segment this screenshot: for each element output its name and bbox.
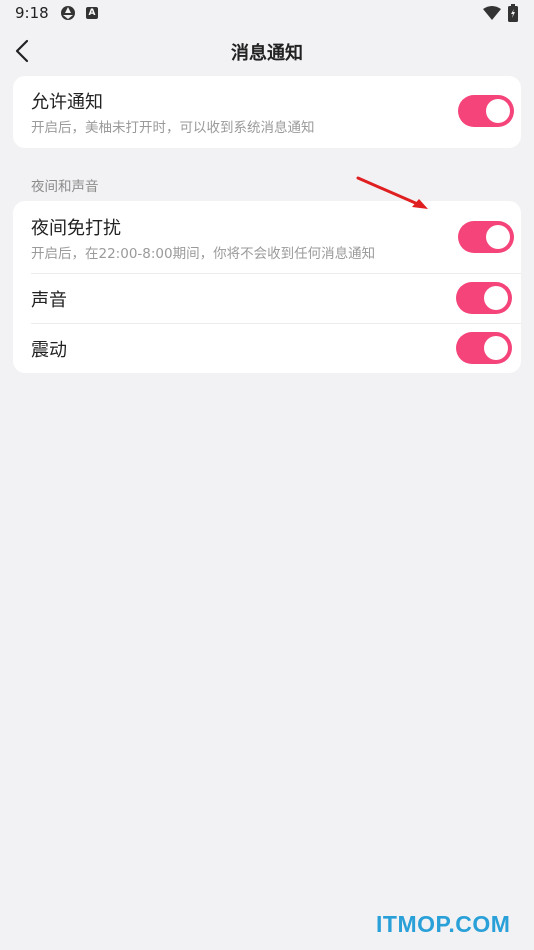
- vibration-toggle[interactable]: [456, 332, 512, 364]
- page-title: 消息通知: [231, 43, 303, 64]
- aperture-icon: [61, 6, 75, 20]
- vibration-title: 震动: [31, 340, 67, 361]
- divider: [31, 323, 521, 324]
- nav-bar: 消息通知: [0, 28, 534, 74]
- sound-title: 声音: [31, 290, 67, 311]
- allow-notifications-subtitle: 开启后，美柚未打开时，可以收到系统消息通知: [31, 120, 315, 136]
- do-not-disturb-toggle[interactable]: [458, 221, 514, 253]
- sound-toggle[interactable]: [456, 282, 512, 314]
- section-label-night: 夜间和声音: [31, 179, 99, 195]
- status-bar: 9:18 A: [0, 0, 534, 28]
- allow-notifications-toggle[interactable]: [458, 95, 514, 127]
- do-not-disturb-subtitle: 开启后，在22:00-8:00期间，你将不会收到任何消息通知: [31, 246, 376, 262]
- night-sound-card: 夜间免打扰 开启后，在22:00-8:00期间，你将不会收到任何消息通知 声音 …: [13, 201, 521, 373]
- do-not-disturb-title: 夜间免打扰: [31, 218, 121, 239]
- status-time: 9:18: [15, 4, 49, 22]
- divider: [31, 273, 521, 274]
- toggle-knob: [484, 336, 508, 360]
- red-arrow-annotation: [356, 176, 428, 209]
- app-notification-icon: A: [86, 7, 98, 19]
- allow-notifications-card: 允许通知 开启后，美柚未打开时，可以收到系统消息通知: [13, 76, 521, 148]
- battery-icon: [508, 4, 518, 22]
- toggle-knob: [486, 99, 510, 123]
- toggle-knob: [484, 286, 508, 310]
- wifi-icon: [483, 6, 501, 20]
- watermark: ITMOP.COM: [376, 911, 511, 937]
- toggle-knob: [486, 225, 510, 249]
- allow-notifications-title: 允许通知: [31, 92, 103, 113]
